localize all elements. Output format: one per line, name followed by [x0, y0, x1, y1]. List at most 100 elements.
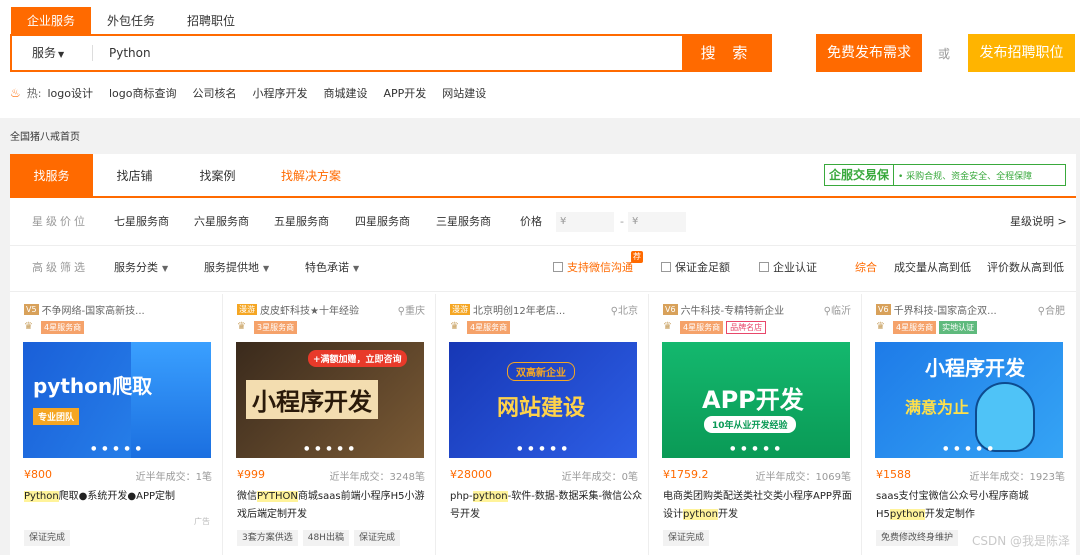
search-input[interactable]: [109, 36, 509, 70]
mascot-illustration: [975, 382, 1035, 452]
shop-name[interactable]: 漫游 北京明创12年老店...: [450, 302, 565, 317]
search-button[interactable]: 搜 索: [682, 34, 772, 72]
checkbox-icon: [759, 262, 769, 272]
tab-find-service[interactable]: 找服务: [10, 154, 93, 198]
check-enterprise[interactable]: 企业认证: [759, 245, 817, 291]
post-free-request-button[interactable]: 免费发布需求: [816, 34, 922, 72]
filter-adv-label: 高级筛选: [32, 261, 88, 274]
breadcrumb[interactable]: 全国猪八戒首页: [10, 128, 80, 143]
service-title[interactable]: Python爬取●系统开发●APP定制: [24, 488, 220, 506]
sort-volume[interactable]: 成交量从高到低: [894, 245, 971, 291]
crown-icon: ♛: [237, 321, 246, 332]
price: ¥1759.2: [663, 468, 709, 481]
hot-label: 热:: [26, 87, 42, 100]
star-level-4[interactable]: 四星服务商: [355, 199, 410, 245]
service-title[interactable]: 微信PYTHON商城saas前端小程序H5小游戏后端定制开发: [237, 488, 433, 524]
location: ⚲北京: [610, 306, 638, 317]
service-card[interactable]: V5 不争网络-国家高新技... ♛ 4星服务商 python爬取 专业团队 ● ●…: [10, 294, 223, 555]
star-level-6[interactable]: 六星服务商: [194, 199, 249, 245]
check-wechat[interactable]: 支持微信沟通荐: [553, 245, 643, 291]
service-card[interactable]: V6 千界科技-国家高企双... ⚲合肥 ♛ 4星服务商 实地认证 小程序开发 满意为…: [862, 294, 1075, 555]
card-badges: ♛ 4星服务商: [450, 320, 513, 334]
roam-badge: 漫游: [450, 304, 470, 315]
image-headline: 小程序开发: [925, 356, 1025, 380]
shop-name[interactable]: V6 六牛科技-专精特新企业: [663, 302, 784, 317]
sold-count: 近半年成交：1069笔: [755, 472, 851, 483]
service-card[interactable]: V6 六牛科技-专精特新企业 ⚲临沂 ♛ 4星服务商 品牌名店 APP开发 10年从业…: [649, 294, 862, 555]
star-help-link[interactable]: 星级说明 >: [1010, 199, 1067, 245]
service-image[interactable]: python爬取 专业团队 ● ● ● ● ●: [23, 342, 211, 458]
star-level-7[interactable]: 七星服务商: [114, 199, 169, 245]
service-title[interactable]: 电商类团购类配送类社交类小程序APP界面设计python开发: [663, 488, 859, 524]
watermark: CSDN @我是陈泽: [971, 534, 1070, 548]
sort-default[interactable]: 综合: [855, 245, 877, 291]
tab-find-shop[interactable]: 找店铺: [93, 154, 176, 198]
image-headline: 网站建设: [497, 396, 586, 421]
tab-find-case[interactable]: 找案例: [176, 154, 259, 198]
tab-enterprise-service[interactable]: 企业服务: [11, 7, 91, 35]
service-card[interactable]: 漫游 皮皮虾科技★十年经验 ⚲重庆 ♛ 3星服务商 +满额加赠，立即咨询 小程序开发…: [223, 294, 436, 555]
tab-outsource-task[interactable]: 外包任务: [94, 7, 168, 35]
shop-name[interactable]: 漫游 皮皮虾科技★十年经验: [237, 302, 359, 317]
service-image[interactable]: +满额加赠，立即咨询 小程序开发 ● ● ● ● ●: [236, 342, 424, 458]
card-badges: ♛ 4星服务商 品牌名店: [663, 320, 769, 334]
guarantee-text: • 采购合规、资金安全、全程保障: [898, 171, 1033, 182]
image-subline: +满额加赠，立即咨询: [308, 350, 407, 367]
caret-down-icon: ▼: [263, 264, 270, 273]
service-image[interactable]: 小程序开发 满意为止 ● ● ● ● ●: [875, 342, 1063, 458]
service-image[interactable]: 双高新企业 网站建设 ● ● ● ● ●: [449, 342, 637, 458]
tag: 3套方案供选: [237, 530, 298, 546]
card-tags: 3套方案供选 48H出稿 保证完成: [237, 530, 405, 546]
shop-name[interactable]: V6 千界科技-国家高企双...: [876, 302, 997, 317]
service-title[interactable]: saas支付宝微信公众号小程序商城H5python开发定制作: [876, 488, 1072, 524]
vip-badge: V5: [24, 304, 39, 315]
filter-star-label: 星级价位: [32, 215, 88, 228]
image-subline: 双高新企业: [507, 362, 575, 381]
post-job-button[interactable]: 发布招聘职位: [968, 34, 1075, 72]
star-level-5[interactable]: 五星服务商: [274, 199, 329, 245]
check-label: 企业认证: [773, 261, 817, 274]
tag: 保证完成: [663, 530, 710, 546]
sort-reviews[interactable]: 评价数从高到低: [987, 245, 1064, 291]
or-label: 或: [938, 47, 951, 61]
hot-keyword[interactable]: 网站建设: [442, 85, 486, 101]
hot-keyword[interactable]: APP开发: [383, 85, 426, 101]
image-subline: 专业团队: [33, 408, 80, 425]
hot-keyword[interactable]: 商城建设: [323, 85, 367, 101]
service-image[interactable]: APP开发 10年从业开发经验 ● ● ● ● ●: [662, 342, 850, 458]
check-deposit[interactable]: 保证金足额: [661, 245, 730, 291]
price-max-input[interactable]: ¥: [628, 212, 686, 232]
dropdown-label: 服务分类: [114, 261, 158, 274]
dropdown-service-category[interactable]: 服务分类 ▼: [114, 245, 168, 292]
results-panel: 找服务 找店铺 找案例 找解决方案 企服交易保 • 采购合规、资金安全、全程保障…: [10, 154, 1076, 555]
card-badges: ♛ 4星服务商: [24, 320, 87, 334]
star-badge: 4星服务商: [41, 320, 85, 334]
search-category-select[interactable]: 服务 ▼: [32, 36, 64, 70]
shop-name-text: 六牛科技-专精特新企业: [680, 306, 785, 317]
hot-keyword[interactable]: logo商标查询: [109, 85, 177, 101]
shop-name[interactable]: V5 不争网络-国家高新技...: [24, 302, 145, 317]
star-badge: 4星服务商: [680, 320, 724, 334]
carousel-dots: ● ● ● ● ●: [943, 445, 995, 452]
service-card[interactable]: 漫游 北京明创12年老店... ⚲北京 ♛ 4星服务商 双高新企业 网站建设 ● ●…: [436, 294, 649, 555]
sold-count: 近半年成交：1923笔: [969, 472, 1065, 483]
image-headline: APP开发: [702, 386, 804, 414]
shop-name-text: 千界科技-国家高企双...: [893, 306, 997, 317]
search-divider: [92, 45, 93, 61]
tag: 保证完成: [353, 530, 400, 546]
service-title[interactable]: php-python-软件-数据-数据采集-微信公众号开发: [450, 488, 646, 524]
dropdown-feature-promise[interactable]: 特色承诺 ▼: [305, 245, 359, 292]
location: ⚲重庆: [397, 306, 425, 317]
hot-keyword[interactable]: 小程序开发: [252, 85, 307, 101]
guarantee-banner[interactable]: 企服交易保 • 采购合规、资金安全、全程保障: [824, 164, 1066, 186]
star-level-3[interactable]: 三星服务商: [436, 199, 491, 245]
dropdown-service-location[interactable]: 服务提供地 ▼: [204, 245, 269, 292]
hot-keyword[interactable]: logo设计: [47, 85, 93, 101]
tag: 48H出稿: [302, 530, 349, 546]
price-min-input[interactable]: ¥: [556, 212, 614, 232]
tab-find-solution[interactable]: 找解决方案: [268, 154, 354, 198]
price-label: 价格: [520, 215, 542, 228]
tab-job-positions[interactable]: 招聘职位: [174, 7, 248, 35]
price: ¥1588: [876, 468, 911, 481]
hot-keyword[interactable]: 公司核名: [192, 85, 236, 101]
